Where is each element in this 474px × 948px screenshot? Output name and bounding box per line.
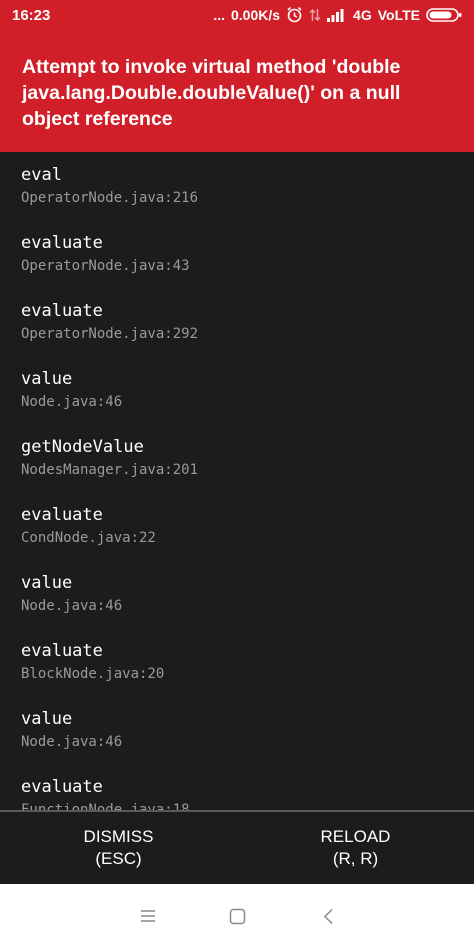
frame-file: CondNode.java:22 — [21, 530, 156, 546]
stack-frame[interactable]: evaluate CondNode.java:22 — [21, 504, 451, 549]
network-speed: 0.00K/s — [231, 6, 281, 23]
reload-label: RELOAD — [320, 827, 391, 846]
frame-file: Node.java:46 — [21, 734, 123, 750]
frame-method: evaluate — [21, 233, 103, 253]
frame-method: evaluate — [21, 641, 103, 661]
stack-frame[interactable]: value Node.java:46 — [21, 368, 451, 413]
stack-frame[interactable]: value Node.java:46 — [21, 572, 451, 617]
data-arrows-icon — [309, 7, 321, 23]
stack-frame[interactable]: value Node.java:46 — [21, 708, 451, 753]
frame-file: NodesManager.java:201 — [21, 462, 199, 478]
dismiss-label: DISMISS — [83, 827, 154, 846]
status-time: 16:23 — [12, 7, 51, 24]
stack-frame[interactable]: eval OperatorNode.java:216 — [21, 164, 451, 209]
alarm-icon — [286, 6, 303, 23]
frame-method: evaluate — [21, 301, 103, 321]
frame-method: evaluate — [21, 505, 103, 525]
network-type: 4G — [353, 6, 372, 23]
frame-file: Node.java:46 — [21, 598, 123, 614]
battery-icon — [426, 7, 462, 23]
frame-method: value — [21, 573, 73, 593]
status-dots: ... — [213, 6, 225, 23]
frame-method: getNodeValue — [21, 437, 144, 457]
stack-frame[interactable]: evaluate OperatorNode.java:292 — [21, 300, 451, 345]
reload-shortcut: (R, R) — [332, 849, 379, 868]
frame-method: value — [21, 709, 73, 729]
frame-file: OperatorNode.java:216 — [21, 190, 199, 206]
stack-frame[interactable]: evaluate BlockNode.java:20 — [21, 640, 451, 685]
stack-frame[interactable]: getNodeValue NodesManager.java:201 — [21, 436, 451, 481]
back-icon[interactable] — [316, 904, 340, 928]
stack-trace-list[interactable]: eval OperatorNode.java:216 evaluate Oper… — [0, 152, 474, 810]
frame-file: BlockNode.java:20 — [21, 666, 165, 682]
status-icons: ... 0.00K/s 4G VoLTE — [213, 6, 462, 23]
frame-file: OperatorNode.java:292 — [21, 326, 199, 342]
action-bar: DISMISS (ESC) RELOAD (R, R) — [0, 812, 474, 884]
error-header: Attempt to invoke virtual method 'double… — [0, 32, 474, 152]
frame-file: Node.java:46 — [21, 394, 123, 410]
navigation-bar — [0, 884, 474, 948]
frame-file: OperatorNode.java:43 — [21, 258, 190, 274]
frame-method: evaluate — [21, 777, 103, 797]
volte-label: VoLTE — [377, 6, 420, 23]
reload-button[interactable]: RELOAD (R, R) — [237, 812, 474, 884]
menu-icon[interactable] — [136, 904, 160, 928]
status-bar: 16:23 ... 0.00K/s 4G VoLTE — [0, 0, 474, 32]
stack-frame[interactable]: evaluate OperatorNode.java:43 — [21, 232, 451, 277]
frame-method: value — [21, 369, 73, 389]
error-message: Attempt to invoke virtual method 'double… — [22, 56, 401, 130]
home-icon[interactable] — [225, 904, 249, 928]
frame-method: eval — [21, 165, 62, 185]
signal-icon — [327, 7, 347, 22]
dismiss-button[interactable]: DISMISS (ESC) — [0, 812, 237, 884]
frame-file: FunctionNode.java:18 — [21, 802, 190, 810]
dismiss-shortcut: (ESC) — [95, 849, 142, 868]
stack-frame[interactable]: evaluate FunctionNode.java:18 — [21, 776, 451, 810]
